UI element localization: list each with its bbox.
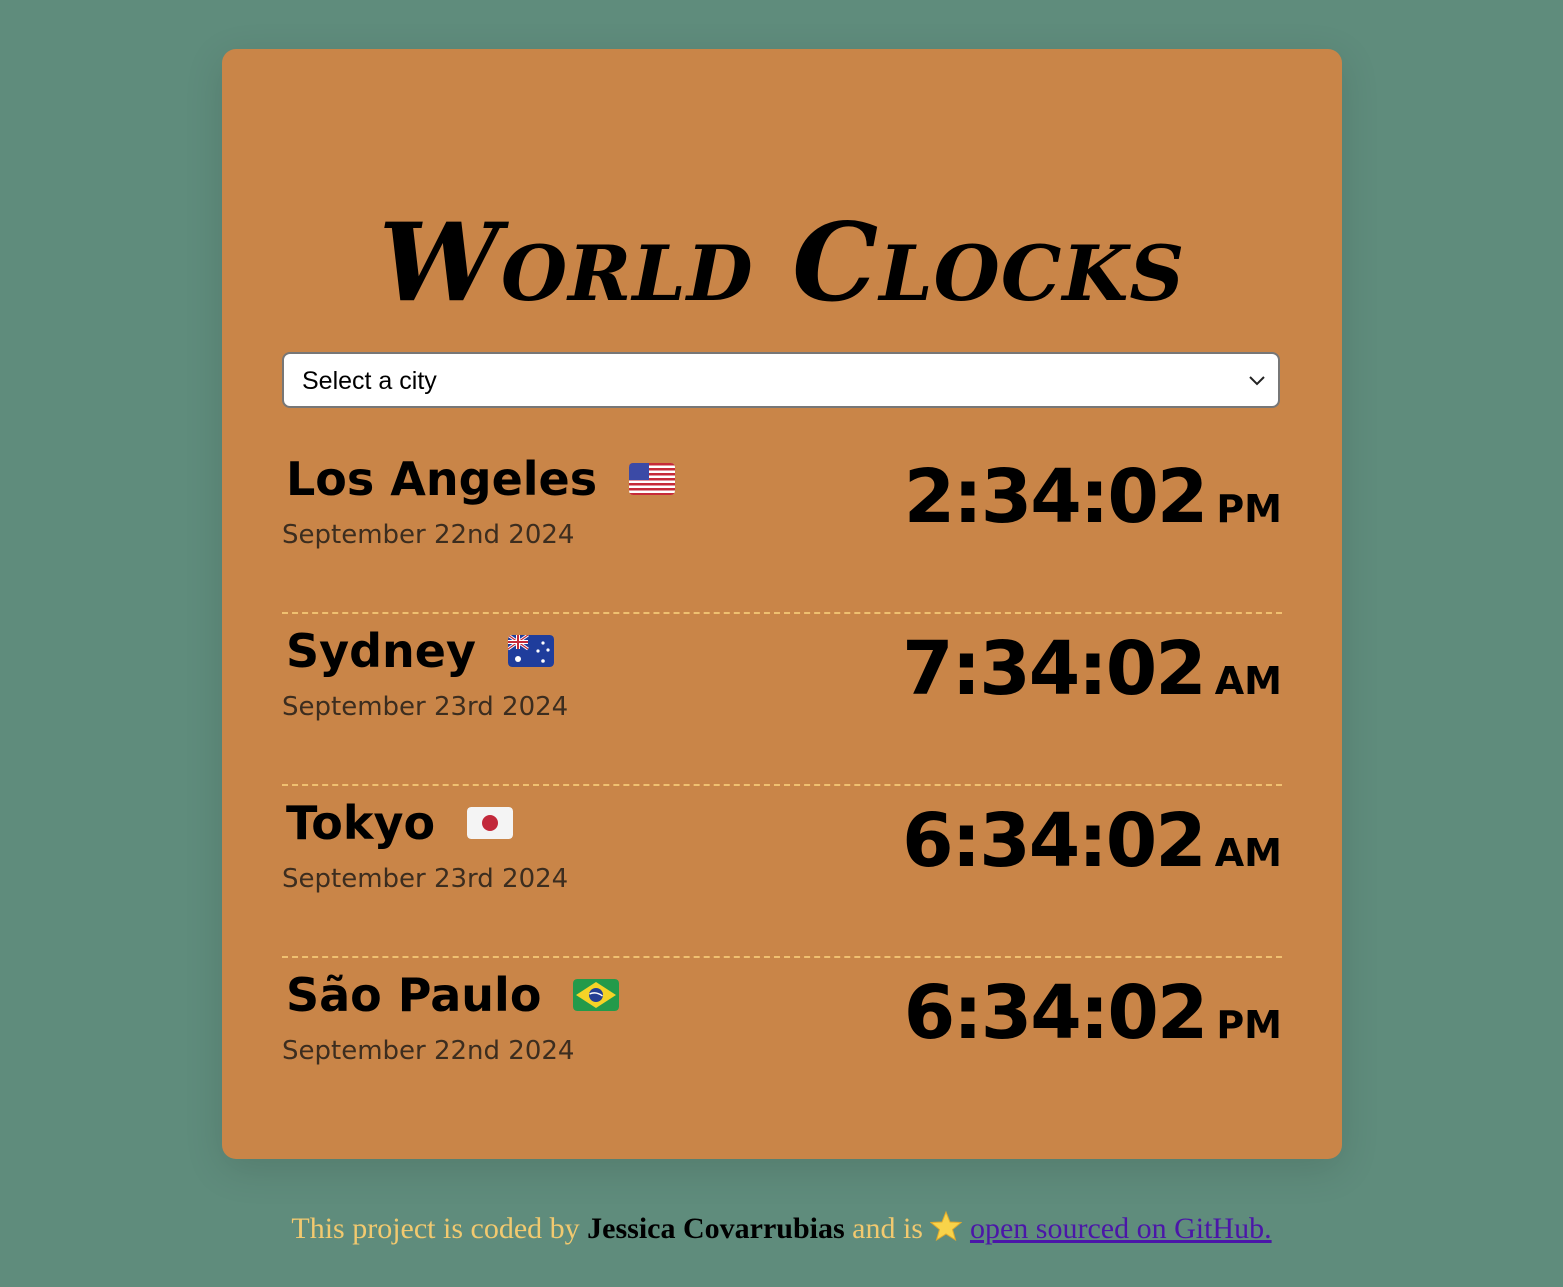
clock-row-los-angeles: Los Angeles September 22nd 2024 2:34:02 P… <box>282 442 1282 614</box>
city-date: September 22nd 2024 <box>282 520 575 550</box>
star-icon <box>930 1210 963 1242</box>
time-ampm: PM <box>1216 487 1282 531</box>
city-name-wrap: Tokyo <box>286 796 514 851</box>
city-name-wrap: São Paulo <box>286 968 620 1023</box>
time-ampm: AM <box>1214 831 1282 875</box>
city-date: September 22nd 2024 <box>282 1036 575 1066</box>
footer-author: Jessica Covarrubias <box>587 1212 845 1245</box>
github-link[interactable]: open sourced on GitHub. <box>970 1212 1272 1245</box>
clock-row-sao-paulo: São Paulo September 22nd 2024 6:34:02 PM <box>282 958 1282 1098</box>
city-time: 6:34:02 PM <box>904 970 1282 1056</box>
city-date: September 23rd 2024 <box>282 692 569 722</box>
city-time: 6:34:02 AM <box>902 798 1282 884</box>
city-select[interactable]: Select a city <box>282 352 1280 408</box>
flag-jp-icon <box>467 806 514 839</box>
time-hms: 6:34:02 <box>902 798 1207 884</box>
city-name: Los Angeles <box>286 452 598 506</box>
footer: This project is coded by Jessica Covarru… <box>0 1210 1563 1246</box>
time-hms: 2:34:02 <box>903 454 1209 540</box>
clock-row-sydney: Sydney September 23rd 2024 7:34:02 AM <box>282 614 1282 786</box>
city-name-wrap: Los Angeles <box>286 452 676 507</box>
city-time: 7:34:02 AM <box>902 626 1282 712</box>
city-select-value: Select a city <box>302 367 437 395</box>
page-title: World Clocks <box>378 200 1186 326</box>
city-date: September 23rd 2024 <box>282 864 569 894</box>
flag-us-icon <box>629 462 676 495</box>
footer-text-middle: and is <box>844 1212 931 1245</box>
footer-text-before: This project is coded by <box>291 1212 588 1245</box>
chevron-down-icon <box>1249 376 1265 386</box>
time-ampm: PM <box>1216 1003 1282 1047</box>
city-name: São Paulo <box>286 968 542 1022</box>
city-name: Sydney <box>286 624 476 678</box>
time-hms: 6:34:02 <box>903 970 1209 1056</box>
clock-row-tokyo: Tokyo September 23rd 2024 6:34:02 AM <box>282 786 1282 958</box>
flag-au-icon <box>508 634 554 667</box>
flag-br-icon <box>573 978 620 1011</box>
time-hms: 7:34:02 <box>902 626 1207 712</box>
city-time: 2:34:02 PM <box>904 454 1282 540</box>
time-ampm: AM <box>1214 659 1282 703</box>
city-name-wrap: Sydney <box>286 624 554 679</box>
clock-card: World Clocks Select a city Los Angeles S… <box>222 49 1342 1159</box>
city-name: Tokyo <box>286 796 436 850</box>
